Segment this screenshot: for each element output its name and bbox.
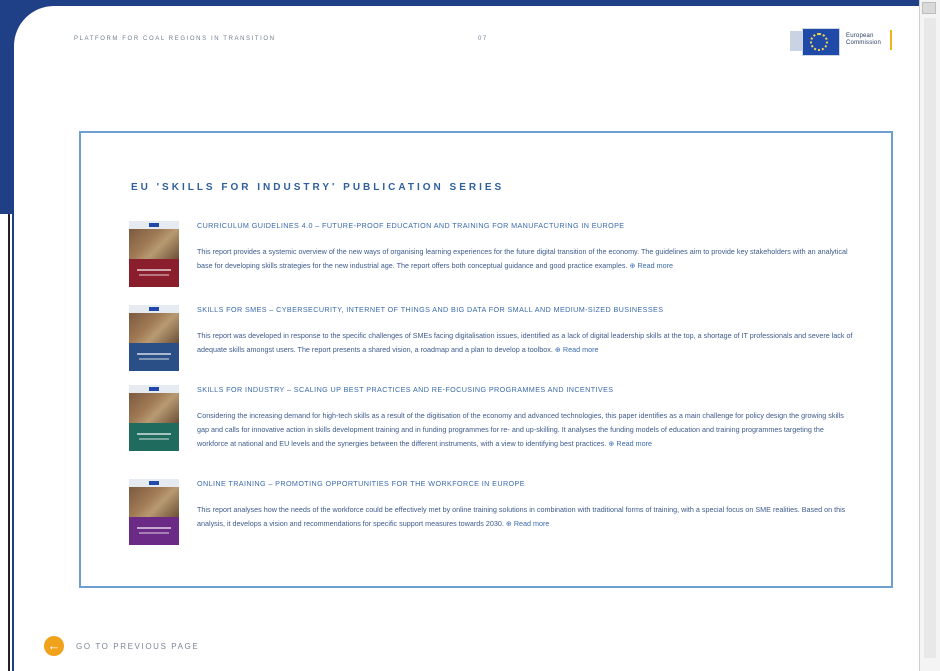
read-more-link[interactable]: Read more (629, 261, 673, 270)
description-text: This report was developed in response to… (197, 331, 853, 354)
previous-page-label[interactable]: GO TO PREVIOUS PAGE (76, 642, 199, 651)
publication-title[interactable]: ONLINE TRAINING – PROMOTING OPPORTUNITIE… (197, 479, 857, 488)
description-text: This report provides a systemic overview… (197, 247, 848, 270)
publication-series-box: EU 'SKILLS FOR INDUSTRY' PUBLICATION SER… (79, 131, 893, 588)
page-number: 07 (478, 36, 488, 42)
logo-accent-bar (890, 30, 892, 50)
window-edge (0, 214, 14, 671)
cover-band (129, 423, 179, 451)
scroll-thumb[interactable] (924, 18, 936, 658)
logo-text-line1: European (846, 33, 874, 39)
logo-text-line2: Commission (846, 40, 882, 46)
series-title: EU 'SKILLS FOR INDUSTRY' PUBLICATION SER… (131, 182, 505, 193)
cover-band (129, 517, 179, 545)
read-more-link[interactable]: Read more (608, 439, 652, 448)
publication-cover[interactable] (129, 385, 179, 451)
cover-band (129, 259, 179, 287)
publication-cover[interactable] (129, 221, 179, 287)
publication-description: This report analyses how the needs of th… (197, 503, 857, 531)
european-commission-logo: European Commission (790, 28, 900, 56)
publication-title[interactable]: CURRICULUM GUIDELINES 4.0 – FUTURE-PROOF… (197, 221, 857, 230)
publication-description: This report provides a systemic overview… (197, 245, 857, 273)
window-divider (8, 214, 10, 671)
logo-text: European Commission (846, 33, 881, 47)
vertical-scrollbar[interactable] (919, 0, 940, 671)
publication-title[interactable]: SKILLS FOR INDUSTRY – SCALING UP BEST PR… (197, 385, 857, 394)
read-more-link[interactable]: Read more (555, 345, 599, 354)
publication-description: Considering the increasing demand for hi… (197, 409, 857, 451)
page-header: PLATFORM FOR COAL REGIONS IN TRANSITION … (74, 28, 914, 64)
cover-band (129, 343, 179, 371)
running-title: PLATFORM FOR COAL REGIONS IN TRANSITION (74, 36, 276, 42)
document-page: PLATFORM FOR COAL REGIONS IN TRANSITION … (14, 6, 920, 671)
publication-cover[interactable] (129, 479, 179, 545)
arrow-left-icon[interactable]: ← (44, 636, 64, 656)
publication-title[interactable]: SKILLS FOR SMES – CYBERSECURITY, INTERNE… (197, 305, 857, 314)
scroll-up-icon[interactable] (922, 2, 936, 14)
publication-cover[interactable] (129, 305, 179, 371)
read-more-link[interactable]: Read more (506, 519, 550, 528)
publication-description: This report was developed in response to… (197, 329, 857, 357)
eu-flag-icon (802, 28, 840, 56)
logo-building-icon (790, 31, 802, 51)
description-text: Considering the increasing demand for hi… (197, 411, 844, 448)
